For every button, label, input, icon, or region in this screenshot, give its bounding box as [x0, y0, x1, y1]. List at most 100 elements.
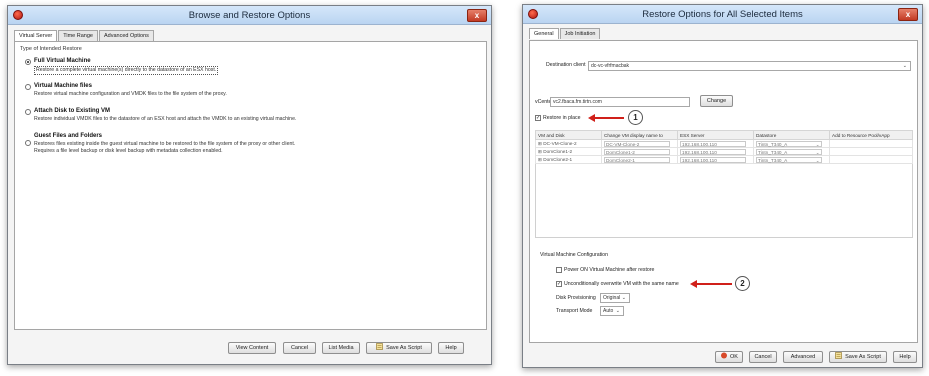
tab-bar: Virtual Server Time Range Advanced Optio… [14, 30, 155, 41]
display-name-cell[interactable]: DomClone2-1 [601, 155, 678, 164]
option-desc: Restores files existing inside the guest… [34, 141, 296, 147]
transport-mode-label: Transport Mode [556, 308, 593, 314]
restore-in-place-checkbox[interactable]: ✓ [535, 115, 541, 121]
overwrite-label: Unconditionally overwrite VM with the sa… [564, 281, 679, 287]
option-desc-2: Requires a file level backup or disk lev… [34, 148, 223, 154]
radio-attach-disk[interactable] [25, 109, 31, 115]
col-datastore: Datastore [753, 130, 830, 140]
option-desc: Restore virtual machine configuration an… [34, 91, 227, 97]
chevron-down-icon: ⌄ [815, 157, 820, 163]
overwrite-checkbox[interactable]: ✓ [556, 281, 562, 287]
power-on-checkbox[interactable] [556, 267, 562, 273]
arrow-line-2 [696, 283, 732, 285]
list-media-button[interactable]: List Media [322, 342, 360, 354]
radio-guest-files[interactable] [25, 140, 31, 146]
option-desc: Restore a complete virtual machine(s) di… [34, 66, 219, 75]
table-row[interactable]: ⊞ DC-VM-Clone-2 DC-VM-Clone-2 192.168.10… [535, 139, 913, 148]
transport-mode-select[interactable]: Auto ⌄ [600, 306, 624, 316]
chevron-down-icon: ⌄ [815, 149, 820, 155]
chevron-down-icon: ⌄ [621, 295, 626, 301]
col-esx-server: ESX Server [677, 130, 754, 140]
option-title: Virtual Machine files [34, 83, 92, 89]
option-title: Attach Disk to Existing VM [34, 108, 111, 114]
browse-restore-window: Browse and Restore Options x Virtual Ser… [7, 5, 492, 365]
table-row[interactable]: ⊞ DomClone1-2 DomClone1-2 192.168.100.11… [535, 147, 913, 156]
disk-provisioning-select[interactable]: Original ⌄ [600, 293, 630, 303]
col-display-name: Change VM display name to [601, 130, 678, 140]
vm-config-label: Virtual Machine Configuration [540, 252, 608, 258]
datastore-cell[interactable]: Tintn_T340_A ⌄ [753, 147, 830, 156]
tab-time-range[interactable]: Time Range [58, 30, 98, 41]
cancel-button[interactable]: Cancel [749, 351, 777, 363]
close-button[interactable]: x [467, 9, 487, 22]
display-name-cell[interactable]: DomClone1-2 [601, 147, 678, 156]
tab-general[interactable]: General [529, 28, 559, 39]
resource-pool-cell[interactable] [829, 147, 913, 156]
save-as-script-button[interactable]: Save As Script [366, 342, 432, 354]
esx-cell: 192.168.100.110 [677, 139, 754, 148]
datastore-cell[interactable]: Tintn_T340_A ⌄ [753, 139, 830, 148]
vm-cell: ⊞ DC-VM-Clone-2 [535, 139, 602, 148]
radio-vm-files[interactable] [25, 84, 31, 90]
display-name-cell[interactable]: DC-VM-Clone-2 [601, 139, 678, 148]
help-button[interactable]: Help [438, 342, 464, 354]
chevron-down-icon: ⌄ [815, 141, 820, 147]
title-bar: Restore Options for All Selected Items x [523, 5, 922, 24]
restore-options-window: Restore Options for All Selected Items x… [522, 4, 923, 368]
option-desc: Restore individual VMDK files to the dat… [34, 116, 297, 122]
options-panel: Type of Intended Restore Full Virtual Ma… [14, 41, 487, 330]
script-icon [376, 343, 383, 350]
vm-table: VM and Disk Change VM display name to ES… [535, 130, 913, 164]
resource-pool-cell[interactable] [829, 155, 913, 164]
vcenter-field[interactable]: vc2.fbaca.fm.tirtn.com [550, 97, 690, 107]
vm-cell: ⊞ DomClone2-1 [535, 155, 602, 164]
arrow-line-1 [594, 117, 624, 119]
callout-1: 1 [628, 110, 643, 125]
tab-virtual-server[interactable]: Virtual Server [14, 30, 58, 41]
transport-mode-value: Auto [603, 308, 614, 314]
esx-cell: 192.168.100.110 [677, 147, 754, 156]
section-label: Type of Intended Restore [20, 46, 82, 52]
window-title: Restore Options for All Selected Items [642, 9, 803, 20]
save-as-script-button[interactable]: Save As Script [829, 351, 887, 363]
save-as-script-label: Save As Script [845, 354, 881, 360]
table-row[interactable]: ⊞ DomClone2-1 DomClone2-1 192.168.100.11… [535, 155, 913, 164]
destination-client-select[interactable]: dc-vc-vfrfmacbak ⌄ [588, 61, 911, 71]
window-title: Browse and Restore Options [188, 10, 311, 21]
option-title: Full Virtual Machine [34, 58, 91, 64]
ok-label: OK [730, 354, 738, 360]
save-as-script-label: Save As Script [386, 345, 422, 351]
table-header-row: VM and Disk Change VM display name to ES… [535, 130, 913, 140]
col-resource-pool: Add to Resource Pool/vApp [829, 130, 913, 140]
resource-pool-cell[interactable] [829, 139, 913, 148]
view-content-button[interactable]: View Content [228, 342, 276, 354]
callout-2: 2 [735, 276, 750, 291]
change-button[interactable]: Change [700, 95, 733, 107]
title-bar: Browse and Restore Options x [8, 6, 491, 25]
general-panel: Destination client dc-vc-vfrfmacbak ⌄ vC… [529, 40, 918, 343]
power-on-label: Power ON Virtual Machine after restore [564, 267, 655, 273]
radio-full-vm[interactable] [25, 59, 31, 65]
col-vm-and-disk: VM and Disk [535, 130, 602, 140]
run-icon [721, 352, 728, 359]
restore-in-place-label: Restore in place [543, 115, 581, 121]
tab-bar: General Job Initiation [529, 28, 601, 39]
help-button[interactable]: Help [893, 351, 917, 363]
ok-button[interactable]: OK [715, 351, 743, 363]
option-title: Guest Files and Folders [34, 133, 103, 139]
vm-cell: ⊞ DomClone1-2 [535, 147, 602, 156]
chevron-down-icon: ⌄ [902, 63, 907, 69]
disk-provisioning-label: Disk Provisioning [556, 295, 596, 301]
destination-client-label: Destination client [546, 62, 586, 68]
tab-advanced-options[interactable]: Advanced Options [98, 30, 154, 41]
destination-client-value: dc-vc-vfrfmacbak [591, 63, 630, 69]
close-button[interactable]: x [898, 8, 918, 21]
disk-provisioning-value: Original [603, 295, 621, 301]
cancel-button[interactable]: Cancel [283, 342, 316, 354]
esx-cell: 192.168.100.110 [677, 155, 754, 164]
datastore-cell[interactable]: Tintn_T340_A ⌄ [753, 155, 830, 164]
chevron-down-icon: ⌄ [615, 308, 620, 314]
advanced-button[interactable]: Advanced [783, 351, 823, 363]
script-icon [835, 352, 842, 359]
tab-job-initiation[interactable]: Job Initiation [559, 28, 601, 39]
